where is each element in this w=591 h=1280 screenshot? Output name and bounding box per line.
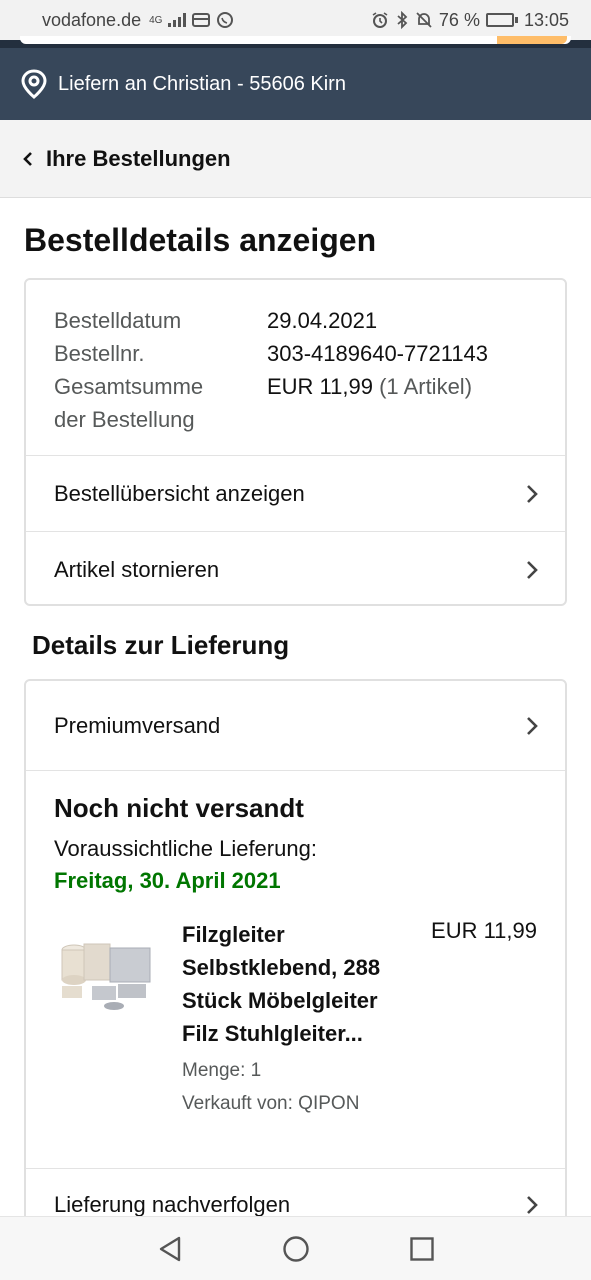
order-number-value: 303-4189640-7721143 bbox=[267, 341, 489, 366]
expected-delivery-date: Freitag, 30. April 2021 bbox=[54, 868, 281, 893]
shipping-method-link[interactable]: Premiumversand bbox=[26, 681, 565, 771]
home-circle-icon bbox=[282, 1235, 309, 1262]
order-date-value: 29.04.2021 bbox=[267, 308, 378, 333]
expected-delivery-label: Voraussichtliche Lieferung: bbox=[54, 836, 317, 861]
cancel-items-link[interactable]: Artikel stornieren bbox=[26, 532, 565, 604]
home-button[interactable] bbox=[278, 1231, 314, 1267]
whatsapp-icon bbox=[217, 12, 234, 28]
order-date-label: Bestelldatum bbox=[54, 308, 182, 333]
battery-percent: 76 % bbox=[438, 9, 480, 30]
breadcrumb-label: Ihre Bestellungen bbox=[46, 145, 231, 171]
order-total-label-2: der Bestellung bbox=[54, 407, 195, 432]
order-total-row: Gesamtsumme EUR 11,99 (1 Artikel) bbox=[54, 370, 537, 403]
recents-square-icon bbox=[409, 1236, 434, 1261]
cancel-items-label: Artikel stornieren bbox=[54, 557, 220, 582]
order-total-value: EUR 11,99 (1 Artikel) bbox=[267, 374, 473, 399]
chevron-right-icon bbox=[527, 1196, 538, 1214]
order-date-row: Bestelldatum 29.04.2021 bbox=[54, 304, 537, 337]
product-price: EUR 11,99 bbox=[431, 918, 537, 943]
track-package-label: Lieferung nachverfolgen bbox=[54, 1192, 291, 1217]
chevron-left-icon bbox=[23, 151, 32, 166]
shipping-method-label: Premiumversand bbox=[54, 712, 221, 738]
product-title[interactable]: Filzgleiter Selbstklebend, 288 Stück Möb… bbox=[182, 918, 418, 1050]
bluetooth-icon bbox=[397, 11, 408, 29]
shipment-status: Noch nicht versandt bbox=[54, 793, 304, 823]
header-strip bbox=[0, 36, 591, 48]
breadcrumb[interactable]: Ihre Bestellungen bbox=[0, 120, 591, 198]
delivery-card: Premiumversand Noch nicht versandt Vorau… bbox=[24, 679, 567, 1239]
delivery-location-bar[interactable]: Liefern an Christian - 55606 Kirn bbox=[0, 48, 591, 120]
order-total-row-2: der Bestellung bbox=[54, 403, 537, 436]
order-total-label: Gesamtsumme bbox=[54, 374, 204, 399]
recents-button[interactable] bbox=[404, 1231, 440, 1267]
search-button-edge[interactable] bbox=[497, 36, 567, 44]
order-summary-label: Bestellübersicht anzeigen bbox=[54, 480, 305, 506]
location-pin-icon bbox=[21, 69, 47, 99]
back-triangle-icon bbox=[159, 1236, 180, 1261]
order-number-row: Bestellnr. 303-4189640-7721143 bbox=[54, 337, 537, 370]
chevron-right-icon bbox=[527, 484, 538, 503]
order-number-label: Bestellnr. bbox=[54, 341, 145, 366]
delivery-section-title: Details zur Lieferung bbox=[32, 630, 290, 660]
card-icon bbox=[192, 13, 211, 27]
order-item[interactable]: Filzgleiter Selbstklebend, 288 Stück Möb… bbox=[54, 918, 537, 1118]
page-title: Bestelldetails anzeigen bbox=[24, 222, 377, 258]
product-seller: Verkauft von: QIPON bbox=[182, 1093, 360, 1114]
battery-icon bbox=[485, 13, 518, 27]
status-bar-right: 76 % 13:05 bbox=[371, 10, 569, 31]
back-button[interactable] bbox=[152, 1231, 188, 1267]
mute-bell-icon bbox=[416, 12, 432, 28]
network-label: 4G bbox=[149, 14, 163, 26]
shipment-details: Noch nicht versandt Voraussichtliche Lie… bbox=[26, 771, 565, 1169]
order-item-count: (1 Artikel) bbox=[379, 374, 473, 399]
order-summary-link[interactable]: Bestellübersicht anzeigen bbox=[26, 456, 565, 532]
delivery-location-text: Liefern an Christian - 55606 Kirn bbox=[58, 72, 346, 95]
status-bar-left: vodafone.de 4G bbox=[42, 10, 234, 31]
order-info: Bestelldatum 29.04.2021 Bestellnr. 303-4… bbox=[26, 280, 565, 456]
clock: 13:05 bbox=[523, 9, 569, 30]
signal-icon bbox=[168, 13, 187, 27]
product-quantity: Menge: 1 bbox=[182, 1060, 262, 1081]
alarm-icon bbox=[372, 12, 388, 28]
system-nav-bar bbox=[0, 1216, 591, 1280]
order-info-card: Bestelldatum 29.04.2021 Bestellnr. 303-4… bbox=[24, 278, 567, 606]
chevron-right-icon bbox=[527, 716, 538, 735]
search-bar-edge[interactable] bbox=[20, 36, 571, 44]
chevron-right-icon bbox=[527, 561, 538, 579]
status-bar: vodafone.de 4G 76 % 13:05 bbox=[0, 0, 591, 40]
product-image[interactable] bbox=[54, 930, 158, 1014]
carrier-label: vodafone.de bbox=[42, 9, 142, 30]
